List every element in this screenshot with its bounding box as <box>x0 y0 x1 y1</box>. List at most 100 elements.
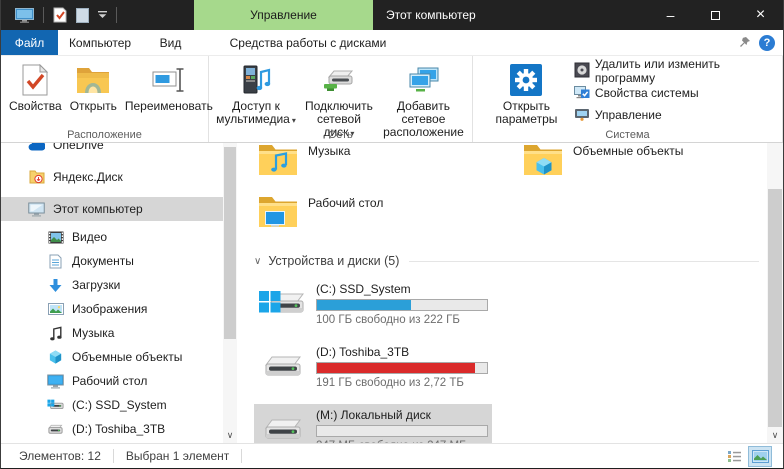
status-separator <box>241 449 242 463</box>
ribbon-tabs: Файл Компьютер Вид Средства работы с дис… <box>1 30 783 56</box>
properties-button[interactable]: Свойства <box>5 59 66 116</box>
downloads-icon <box>47 278 64 293</box>
ribbon-corner-controls: ? <box>738 30 775 56</box>
sidebar-scrollbar[interactable]: ∨ <box>223 143 237 443</box>
capacity-bar-fill <box>317 300 411 310</box>
network-drive-icon <box>322 62 356 98</box>
sidebar-item-onedrive[interactable]: OneDrive <box>1 143 223 157</box>
minimize-button[interactable]: – <box>648 0 693 30</box>
drive-name: (C:) SSD_System <box>316 282 488 297</box>
tab-computer[interactable]: Компьютер <box>58 30 142 55</box>
qat-customize-chevron-icon[interactable] <box>98 11 107 19</box>
system-small-buttons: Удалить или изменить программу Свойства … <box>570 61 778 125</box>
folder-tile-3d-objects[interactable]: Объемные объекты <box>519 143 767 185</box>
documents-icon <box>47 254 64 269</box>
maximize-icon <box>711 11 720 20</box>
drive-tile-d[interactable]: (D:) Toshiba_3TB 191 ГБ свободно из 2,72… <box>254 341 492 394</box>
folders-grid: Музыка Объемные объекты Рабочий стол <box>254 143 767 237</box>
drive-free-space: 100 ГБ свободно из 222 ГБ <box>316 313 488 327</box>
rename-button[interactable]: Переименовать <box>121 59 217 116</box>
drive-free-space: 191 ГБ свободно из 2,72 ТБ <box>316 376 488 390</box>
open-settings-button[interactable]: Открыть параметры <box>489 59 564 129</box>
sidebar-item-music[interactable]: Музыка <box>1 321 223 345</box>
group-label-network: Сеть <box>209 129 472 141</box>
uninstall-program-button[interactable]: Удалить или изменить программу <box>570 61 778 81</box>
3d-objects-cube-icon <box>47 349 64 365</box>
details-view-button[interactable] <box>723 447 745 466</box>
sidebar-item-videos[interactable]: Видео <box>1 225 223 249</box>
sidebar-item-documents[interactable]: Документы <box>1 249 223 273</box>
close-button[interactable]: × <box>738 0 783 30</box>
selection-count: Выбран 1 элемент <box>126 449 229 463</box>
sidebar-item-3d-objects[interactable]: Объемные объекты <box>1 345 223 369</box>
help-icon[interactable]: ? <box>759 35 775 51</box>
yandex-disk-icon <box>28 170 45 184</box>
dropdown-arrow-icon: ▾ <box>292 116 296 125</box>
window-controls: – × <box>648 0 783 30</box>
manage-button[interactable]: Управление <box>570 105 778 125</box>
capacity-bar <box>316 425 488 437</box>
sidebar-item-this-pc[interactable]: Этот компьютер <box>1 197 223 221</box>
pin-ribbon-icon[interactable] <box>738 36 751 51</box>
qat-separator <box>116 7 117 23</box>
group-label-location: Расположение <box>1 129 208 141</box>
properties-quick-icon[interactable] <box>53 7 67 23</box>
devices-and-drives-section[interactable]: ∨ Устройства и диски (5) <box>254 251 767 271</box>
contextual-tab-manage[interactable]: Управление <box>194 0 373 30</box>
items-count: Элементов: 12 <box>19 449 101 463</box>
status-bar: Элементов: 12 Выбран 1 элемент <box>1 443 783 468</box>
ribbon-group-location: Свойства Открыть Переименовать Расположе… <box>1 56 209 142</box>
sidebar-item-desktop[interactable]: Рабочий стол <box>1 369 223 393</box>
sidebar-item-drive-c[interactable]: (C:) SSD_System <box>1 393 223 417</box>
this-pc-icon[interactable] <box>15 8 34 23</box>
sidebar-item-yandex-disk[interactable]: Яндекс.Диск <box>1 165 223 189</box>
hard-drive-icon <box>258 411 308 443</box>
sidebar-scroll-down-icon[interactable]: ∨ <box>223 430 237 441</box>
open-button[interactable]: Открыть <box>66 59 121 116</box>
navigation-pane: OneDrive Яндекс.Диск Этот компьютер Виде… <box>1 143 223 443</box>
content-scrollbar[interactable]: ∨ <box>767 143 783 443</box>
titlebar: Управление Этот компьютер – × <box>1 0 783 30</box>
drive-windows-icon <box>47 398 64 412</box>
capacity-bar-fill <box>317 363 475 373</box>
folder-tile-music[interactable]: Музыка <box>254 143 516 185</box>
content-scroll-down-icon[interactable]: ∨ <box>767 430 783 441</box>
capacity-bar <box>316 299 488 311</box>
drive-tile-m[interactable]: (M:) Локальный диск 247 МБ свободно из 2… <box>254 404 492 443</box>
properties-icon <box>21 62 49 98</box>
close-icon: × <box>756 6 765 24</box>
media-server-icon <box>241 62 271 98</box>
ribbon: Свойства Открыть Переименовать Расположе… <box>1 56 783 143</box>
videos-icon <box>47 231 64 244</box>
system-drive-icon <box>258 285 308 324</box>
new-folder-quick-icon[interactable] <box>76 8 89 23</box>
drive-tile-c[interactable]: (C:) SSD_System 100 ГБ свободно из 222 Г… <box>254 278 492 331</box>
explorer-window: Управление Этот компьютер – × Файл Компь… <box>0 0 784 469</box>
settings-gear-icon <box>510 62 542 98</box>
content-pane: Музыка Объемные объекты Рабочий стол ∨ <box>237 143 767 443</box>
quick-access-toolbar <box>1 7 117 23</box>
content-scrollbar-thumb[interactable] <box>768 189 782 427</box>
ribbon-group-network: Доступ к мультимедиа▾ Подключить сетевой… <box>209 56 473 142</box>
sidebar-item-pictures[interactable]: Изображения <box>1 297 223 321</box>
tab-view[interactable]: Вид <box>142 30 199 55</box>
open-folder-icon <box>76 62 110 98</box>
sidebar-scrollbar-thumb[interactable] <box>224 147 236 339</box>
section-divider <box>409 261 759 262</box>
sidebar-item-drive-d[interactable]: (D:) Toshiba_3TB <box>1 417 223 441</box>
sidebar-item-downloads[interactable]: Загрузки <box>1 273 223 297</box>
maximize-button[interactable] <box>693 0 738 30</box>
media-access-button[interactable]: Доступ к мультимедиа▾ <box>213 59 299 130</box>
status-separator <box>113 449 114 463</box>
folder-tile-desktop[interactable]: Рабочий стол <box>254 191 516 237</box>
drive-name: (M:) Локальный диск <box>316 408 488 423</box>
music-note-icon <box>47 326 64 341</box>
uninstall-program-icon <box>574 62 590 81</box>
tab-disk-tools[interactable]: Средства работы с дисками <box>220 30 396 55</box>
thumbnails-view-button[interactable] <box>749 447 771 466</box>
manage-icon <box>574 106 590 125</box>
desktop-folder-icon <box>258 193 298 235</box>
tab-file[interactable]: Файл <box>1 30 58 55</box>
collapse-chevron-icon[interactable]: ∨ <box>254 256 261 267</box>
system-properties-button[interactable]: Свойства системы <box>570 83 778 103</box>
